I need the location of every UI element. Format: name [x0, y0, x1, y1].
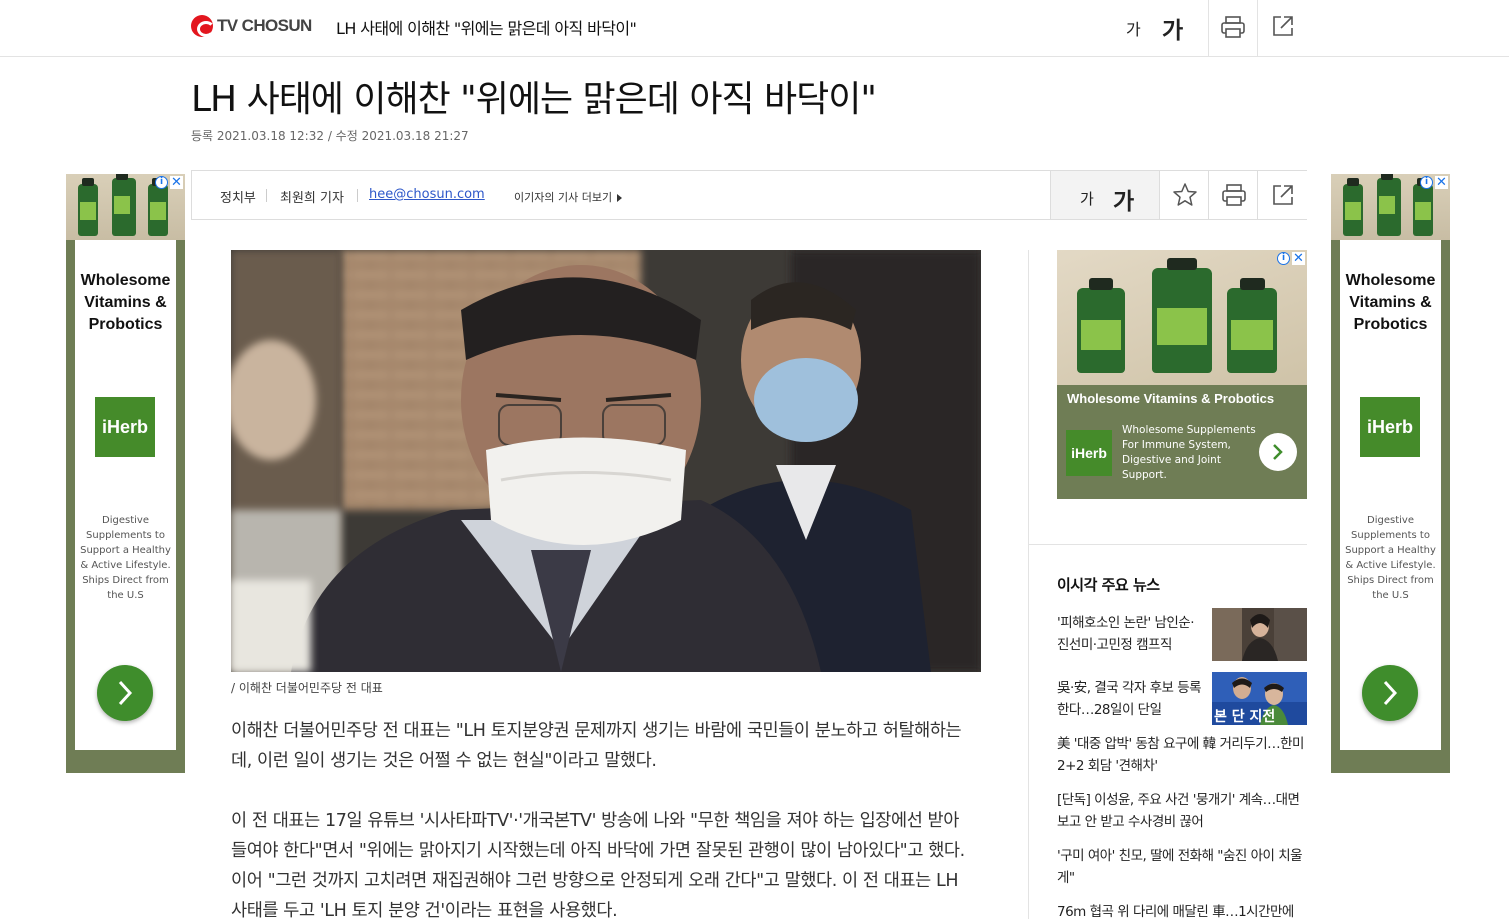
chevron-right-icon — [1273, 444, 1283, 460]
right-side-ad[interactable]: i ✕ Wholesome Vitamins & Probotics iHerb… — [1331, 174, 1450, 773]
section-label[interactable]: 정치부 — [220, 187, 256, 206]
ad-go-button[interactable] — [1259, 433, 1297, 471]
bottle-image — [78, 178, 98, 236]
news-item-link[interactable]: [단독] 이성윤, 주요 사건 '뭉개기' 계속…대면보고 안 받고 수사경비 … — [1057, 789, 1307, 833]
ad-card: Wholesome Vitamins & Probotics iHerb Dig… — [75, 240, 176, 750]
ad-product-image — [1057, 250, 1307, 385]
divider — [1029, 544, 1307, 545]
article-headline: LH 사태에 이해찬 "위에는 맑은데 아직 바닥이" — [191, 79, 877, 120]
font-size-increase-button[interactable]: 가 — [1113, 182, 1134, 216]
top-header: TV CHOSUN LH 사태에 이해찬 "위에는 맑은데 아직 바닥이" 가 … — [0, 0, 1509, 57]
tvchosun-logo[interactable]: TV CHOSUN — [191, 14, 312, 38]
reporter-name: 최원희 기자 — [280, 191, 344, 206]
iherb-logo: iHerb — [1360, 397, 1420, 457]
logo-mark-icon — [191, 15, 215, 37]
thumbnail-caption: 본 단 지전 — [1214, 708, 1275, 725]
article-photo — [231, 250, 981, 672]
news-thumbnail[interactable] — [1212, 608, 1307, 661]
ad-description: Digestive Supplements to Support a Healt… — [80, 515, 171, 601]
print-icon — [1221, 16, 1245, 38]
ad-choices: i ✕ — [1420, 176, 1448, 189]
divider — [357, 189, 358, 202]
photo-illustration — [231, 250, 981, 672]
bottle-image — [1377, 174, 1401, 236]
left-side-ad[interactable]: i ✕ Wholesome Vitamins & Probotics iHerb… — [66, 174, 185, 773]
share-icon — [1273, 185, 1293, 205]
news-item-link[interactable]: 吳·安, 결국 각자 후보 등록한다…28일이 단일 — [1057, 677, 1202, 721]
bottle-image — [1413, 178, 1433, 236]
ad-title: Wholesome Vitamins & Probotics — [1067, 391, 1275, 406]
more-articles-link[interactable]: 이기자의 기사 더보기 — [514, 189, 623, 205]
chevron-right-icon — [118, 680, 133, 706]
logo-text: TV CHOSUN — [217, 16, 312, 35]
print-button[interactable] — [1220, 14, 1246, 40]
photo-caption: / 이해찬 더불어민주당 전 대표 — [231, 681, 383, 695]
ad-close-icon[interactable]: ✕ — [170, 176, 183, 189]
ad-go-button[interactable] — [1362, 665, 1418, 721]
divider — [266, 189, 267, 202]
ad-description: Wholesome Supplements For Immune System,… — [1122, 424, 1256, 481]
news-thumbnail-image — [1212, 608, 1307, 661]
bookmark-button[interactable] — [1159, 171, 1209, 219]
bottle-image — [1227, 278, 1277, 373]
caret-right-icon — [617, 194, 623, 202]
reporter-email-link[interactable]: hee@chosun.com — [369, 187, 485, 202]
ad-choices: i ✕ — [1277, 252, 1305, 265]
news-thumbnail[interactable]: 본 단 지전 — [1212, 672, 1307, 725]
share-button[interactable] — [1270, 13, 1296, 39]
print-icon — [1222, 184, 1246, 206]
ad-title: Wholesome Vitamins & Probotics — [1345, 272, 1436, 333]
news-item-link[interactable]: '피해호소인 논란' 남인순·진선미·고민정 캠프직 — [1057, 612, 1202, 656]
ad-title: Wholesome Vitamins & Probotics — [80, 272, 171, 333]
top-news-heading: 이시각 주요 뉴스 — [1057, 576, 1160, 594]
news-item-link[interactable]: 美 '대중 압박' 동참 요구에 韓 거리두기…한미 2+2 회담 '견해차' — [1057, 733, 1307, 777]
ad-card: Wholesome Vitamins & Probotics iHerb Dig… — [1340, 240, 1441, 750]
sidebar-ad[interactable]: i ✕ Wholesome Vitamins & Probotics iHerb… — [1057, 250, 1307, 499]
iherb-logo: iHerb — [95, 397, 155, 457]
header-article-title: LH 사태에 이해찬 "위에는 맑은데 아직 바닥이" — [336, 19, 637, 38]
font-size-decrease-button[interactable]: 가 — [1126, 16, 1141, 40]
article-tools: 가 가 — [1050, 171, 1307, 219]
ad-close-icon[interactable]: ✕ — [1435, 176, 1448, 189]
bottle-image — [1152, 258, 1212, 373]
news-thumbnail-image: 본 단 지전 — [1212, 672, 1307, 725]
more-articles-label: 이기자의 기사 더보기 — [514, 191, 613, 204]
ad-info-icon[interactable]: i — [155, 176, 168, 189]
ad-close-icon[interactable]: ✕ — [1292, 252, 1305, 265]
font-size-increase-button[interactable]: 가 — [1162, 11, 1183, 45]
share-icon — [1273, 16, 1293, 36]
chevron-right-icon — [1383, 680, 1398, 706]
divider — [1257, 0, 1258, 57]
ad-go-button[interactable] — [97, 665, 153, 721]
ad-info-icon[interactable]: i — [1277, 252, 1290, 265]
news-item-link[interactable]: '구미 여아' 친모, 딸에 전화해 "숨진 아이 치울게" — [1057, 845, 1307, 889]
share-button[interactable] — [1257, 171, 1307, 219]
iherb-logo: iHerb — [1066, 430, 1112, 476]
bottle-image — [1077, 278, 1125, 373]
bottle-image — [148, 178, 168, 236]
star-icon — [1173, 183, 1197, 206]
ad-choices: i ✕ — [155, 176, 183, 189]
news-item-link[interactable]: 76m 협곡 위 다리에 매달린 車…1시간만에 — [1057, 901, 1307, 919]
byline-bar: 정치부 최원희 기자 hee@chosun.com 이기자의 기사 더보기 가 … — [191, 170, 1307, 220]
ad-description: Digestive Supplements to Support a Healt… — [1345, 515, 1436, 601]
column-divider — [1028, 250, 1029, 919]
print-button[interactable] — [1208, 171, 1258, 219]
article-paragraph: 이해찬 더불어민주당 전 대표는 "LH 토지분양권 문제까지 생기는 바람에 … — [231, 721, 962, 771]
article-dates: 등록 2021.03.18 12:32 / 수정 2021.03.18 21:2… — [191, 129, 469, 143]
bottle-image — [112, 174, 136, 236]
bottle-image — [1343, 178, 1363, 236]
font-size-decrease-button[interactable]: 가 — [1080, 188, 1094, 209]
article-paragraph: 이 전 대표는 17일 유튜브 '시사타파TV'·'개국본TV' 방송에 나와 … — [231, 811, 965, 919]
divider — [1208, 0, 1209, 57]
ad-info-icon[interactable]: i — [1420, 176, 1433, 189]
